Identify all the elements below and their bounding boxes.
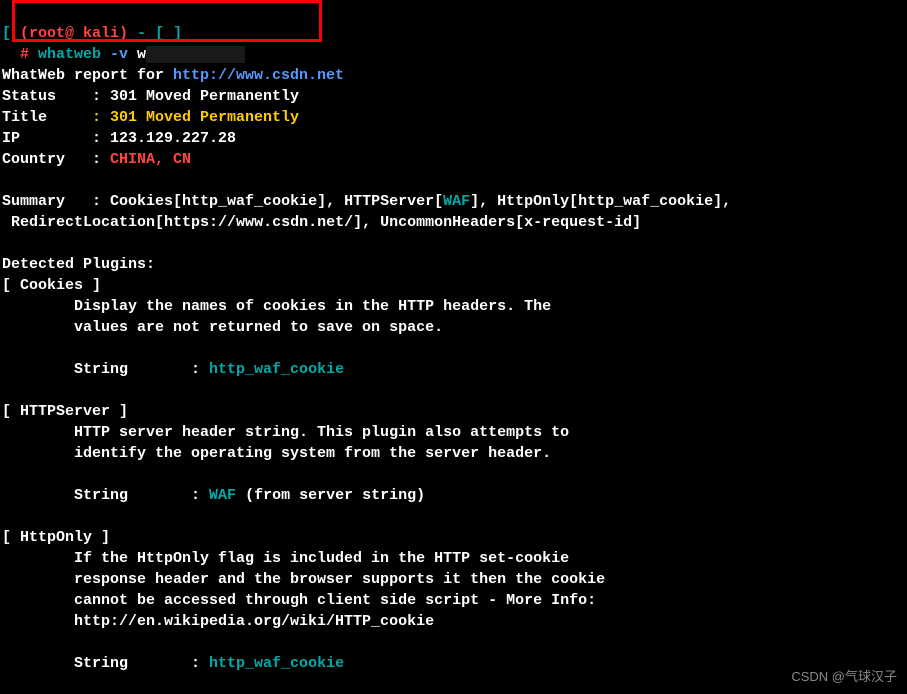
title-value: 301 Moved Permanently [110,109,299,126]
plugin-httpserver-desc2: identify the operating system from the s… [2,445,560,462]
plugin-httponly-string-label: String : [2,655,209,672]
summary-httponly-val: [http_waf_cookie], [569,193,740,210]
summary-httpserver: HTTPServer [344,193,434,210]
plugin-httpserver-open: [ [2,403,20,420]
country-label: Country : [2,151,110,168]
detected-header: Detected Plugins: [2,256,155,273]
command-flag: -v [110,46,137,63]
plugin-httponly-desc3: cannot be accessed through client side s… [2,592,605,609]
status-label: Status : [2,88,110,105]
plugin-cookies-desc2: values are not returned to save on space… [2,319,452,336]
plugin-cookies-string-label: String : [2,361,209,378]
prompt-dash: - [128,25,155,42]
plugin-cookies-open: [ [2,277,20,294]
summary-cookies: Cookies [110,193,173,210]
plugin-httpserver-string-suffix: (from server string) [236,487,425,504]
watermark: CSDN @气球汉子 [791,668,897,686]
command-url-start: w [137,46,146,63]
summary-label: Summary : [2,193,110,210]
summary-httponly: HttpOnly [497,193,569,210]
ip-value: 123.129.227.28 [110,130,236,147]
plugin-httpserver-desc1: HTTP server header string. This plugin a… [2,424,578,441]
terminal-output[interactable]: [ (root@ kali) - [ ] # whatweb -v www.c*… [2,2,905,674]
country-value: CHINA, CN [110,151,191,168]
plugin-httpserver-close: ] [110,403,128,420]
title-label: Title [2,109,92,126]
plugin-httponly-name: HttpOnly [20,529,92,546]
prompt-path: [ ] [155,25,182,42]
summary-cookies-val: [http_waf_cookie], [173,193,344,210]
plugin-httpserver-string-value: WAF [209,487,236,504]
plugin-cookies-desc1: Display the names of cookies in the HTTP… [2,298,560,315]
summary-waf: WAF [443,193,470,210]
plugin-httponly-string-value: http_waf_cookie [209,655,344,672]
summary-redirect: RedirectLocation [11,214,155,231]
prompt-char: # [2,46,38,63]
plugin-cookies-string-value: http_waf_cookie [209,361,344,378]
report-prefix: WhatWeb report for [2,67,173,84]
plugin-httpserver-string-label: String : [2,487,209,504]
summary-httpserver-open: [ [434,193,443,210]
summary-redirect-val: [https://www.csdn.net/], [155,214,380,231]
status-value: 301 Moved Permanently [110,88,299,105]
plugin-httpserver-name: HTTPServer [20,403,110,420]
command-name: whatweb [38,46,110,63]
plugin-httponly-desc1: If the HttpOnly flag is included in the … [2,550,578,567]
ip-label: IP : [2,130,110,147]
prompt-user-host: (root@ kali) [20,25,128,42]
plugin-httponly-open: [ [2,529,20,546]
report-url: http://www.csdn.net [173,67,344,84]
summary-httpserver-close: ], [470,193,497,210]
plugin-httponly-desc2: response header and the browser supports… [2,571,614,588]
summary-uncommon: UncommonHeaders [380,214,515,231]
title-colon: : [92,109,110,126]
plugin-httponly-close: ] [92,529,110,546]
summary-uncommon-val: [x-request-id] [515,214,641,231]
plugin-cookies-name: Cookies [20,277,83,294]
plugin-cookies-close: ] [83,277,101,294]
plugin-httponly-desc4: http://en.wikipedia.org/wiki/HTTP_cookie [2,613,443,630]
command-url-obscured: ww.c**b.net [146,46,245,63]
prompt-bracket-open: [ [2,25,20,42]
